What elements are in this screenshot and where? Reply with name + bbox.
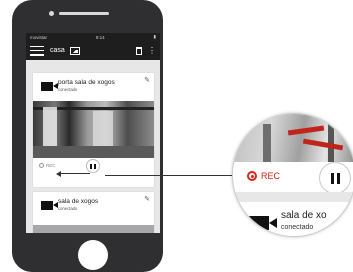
trash-icon[interactable] [136,46,142,55]
camera-name: porta sala de xogos [58,79,115,86]
camera-status: conectado [58,87,78,92]
image-icon[interactable] [69,46,80,55]
video-camera-icon [41,82,58,91]
zoomed-camera-name: sala de xo [281,210,327,221]
arrowhead [56,171,61,177]
status-bar: movistar 9:14 ▮ [26,33,160,41]
camera-controls: REC [33,159,154,174]
phone-screen: movistar 9:14 ▮ casa ⋮ porta sala de xog… [26,33,160,233]
record-icon [39,163,44,168]
zoomed-controls: REC [233,162,353,194]
zoomed-camera-status: conectado [281,224,314,231]
zoomed-rec-label: REC [261,171,281,181]
carrier-label: movistar [30,34,48,40]
edit-icon[interactable]: ✎ [144,76,150,84]
rec-label: REC [46,163,56,168]
camera-status: conectado [58,206,78,211]
battery-icon: ▮ [153,34,156,39]
front-camera [49,11,54,16]
video-camera-icon [41,201,58,210]
edit-icon[interactable]: ✎ [144,195,150,203]
video-camera-icon [249,216,277,230]
clock-label: 9:14 [95,34,105,40]
pause-button[interactable] [86,159,100,173]
app-bar: casa ⋮ [26,41,160,60]
menu-icon[interactable] [30,45,44,56]
card-divider [233,192,353,202]
record-icon [247,171,257,181]
zoomed-camera-feed [233,114,353,162]
more-options-icon[interactable]: ⋮ [148,46,156,55]
camera-card: sala de xogos conectado ✎ [33,192,154,233]
zoom-callout: REC sala de xo conectado [232,113,353,237]
camera-card-header: porta sala de xogos conectado ✎ [33,73,154,99]
camera-card: porta sala de xogos conectado ✎ REC [33,73,154,187]
rec-button[interactable]: REC [39,163,56,168]
app-title: casa [50,47,65,54]
camera-feed[interactable] [33,225,154,233]
camera-name: sala de xogos [58,198,99,205]
camera-feed[interactable] [33,101,154,158]
home-button[interactable] [78,240,108,270]
camera-card-header: sala de xogos conectado ✎ [33,192,154,218]
speaker-grille [59,12,109,15]
phone-frame: movistar 9:14 ▮ casa ⋮ porta sala de xog… [12,0,163,272]
zoomed-camera-card: sala de xo conectado [233,202,353,236]
zoomed-pause-button[interactable] [319,162,351,194]
zoomed-rec-button[interactable]: REC [247,171,280,181]
pointer-arrow [60,173,90,174]
